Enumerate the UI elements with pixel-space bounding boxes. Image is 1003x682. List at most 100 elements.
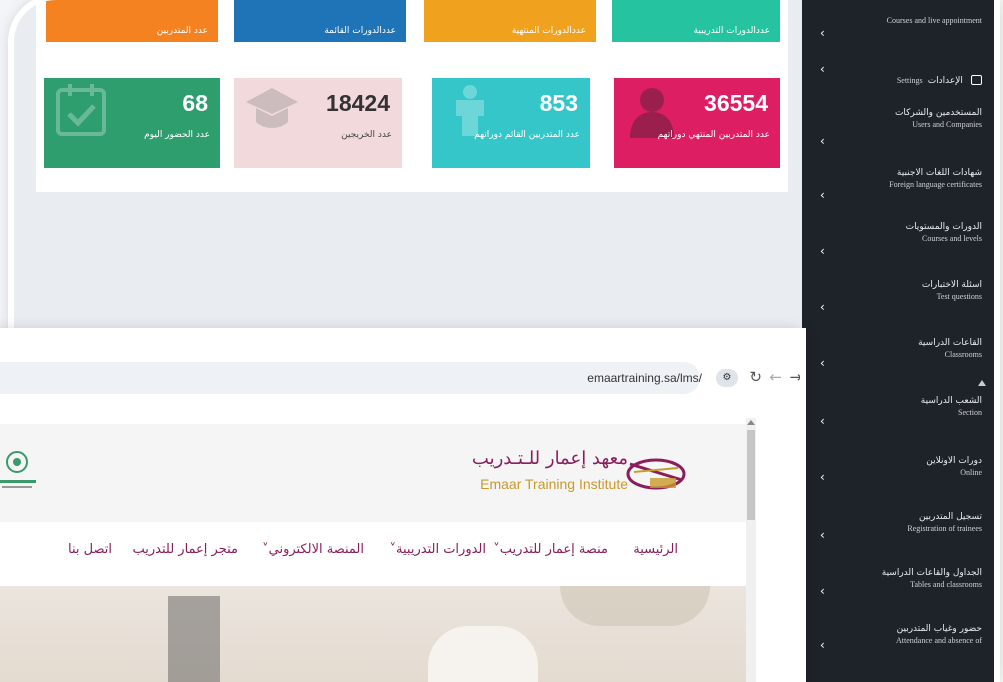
- sidebar-item-label-en: Section: [958, 408, 982, 417]
- chevron-left-icon[interactable]: ‹: [820, 26, 825, 40]
- sidebar-item-label-ar: تسجيل المتدربين: [918, 512, 982, 522]
- nav-store[interactable]: متجر إعمار للتدريب: [132, 542, 238, 557]
- scrollbar-thumb[interactable]: [747, 430, 755, 520]
- sidebar-item-classrooms[interactable]: القاعات الدراسية Classrooms: [814, 338, 982, 359]
- stat-label: عددالدورات التدريبية: [693, 26, 770, 36]
- sidebar-item-attendance[interactable]: حضور وغياب المتدربين Attendance and abse…: [814, 624, 982, 645]
- chevron-left-icon[interactable]: ‹: [820, 414, 825, 428]
- chevron-left-icon[interactable]: ‹: [820, 470, 825, 484]
- hero-decor: [168, 596, 220, 682]
- sidebar-item-registration[interactable]: تسجيل المتدربين Registration of trainees: [814, 512, 982, 533]
- sidebar-item-label-ar: الجداول والقاعات الدراسية: [881, 568, 982, 578]
- stat-label: عدد الحضور اليوم: [144, 130, 210, 140]
- stat-card-finished-trainees[interactable]: 36554 عدد المتدربين المنتهي دوراتهم: [614, 78, 780, 168]
- stat-value: 68: [182, 90, 208, 116]
- scroll-up-icon[interactable]: [747, 420, 755, 425]
- logo-text-ar[interactable]: معهد إعمار للـتـدريب: [472, 448, 628, 469]
- sidebar-item-users[interactable]: المستخدمين والشركات Users and Companies: [814, 108, 982, 129]
- sidebar-item-label-ar: حضور وغياب المتدربين: [896, 624, 982, 634]
- sidebar-item-label-en: Classrooms: [944, 350, 982, 359]
- stats-panel: عدد المتدربين عددالدورات القائمة عددالدو…: [36, 0, 788, 192]
- nav-e-platform[interactable]: المنصة الالكتروني˅: [262, 542, 364, 557]
- url-text[interactable]: emaartraining.sa/lms/: [587, 371, 702, 385]
- stat-value: 36554: [704, 90, 768, 116]
- stat-card-graduates[interactable]: 18424 عدد الخريجين: [234, 78, 402, 168]
- stat-label: عدد الخريجين: [341, 130, 392, 140]
- nav-training-courses[interactable]: الدورات التدريبية˅: [390, 542, 486, 557]
- stat-label: عدد المتدربين: [156, 26, 208, 36]
- sidebar-item-test-questions[interactable]: اسئلة الاختبارات Test questions: [814, 280, 982, 301]
- stat-card-running-courses[interactable]: عددالدورات القائمة: [234, 0, 406, 42]
- sidebar-item-online[interactable]: دورات الاونلاين Online: [814, 456, 982, 477]
- stat-card-ended-courses[interactable]: عددالدورات المنتهية: [424, 0, 596, 42]
- sidebar-item-label-ar: القاعات الدراسية: [918, 338, 982, 348]
- nav-emaar-platform[interactable]: منصة إعمار للتدريب˅: [493, 542, 608, 557]
- stat-label: عددالدورات المنتهية: [511, 26, 586, 36]
- sidebar-item-label-en: Settings: [896, 76, 923, 85]
- sidebar-item-label-en: Online: [960, 468, 982, 477]
- graduation-cap-icon: [246, 88, 298, 128]
- tvtc-logo-icon: [0, 451, 36, 488]
- chevron-left-icon[interactable]: ‹: [820, 528, 825, 542]
- stat-label: عدد المتدربين المنتهي دوراتهم: [657, 130, 770, 140]
- sidebar-item-label-en: Registration of trainees: [907, 524, 982, 533]
- chevron-left-icon[interactable]: ‹: [820, 300, 825, 314]
- page-scrollbar[interactable]: [746, 418, 756, 682]
- sidebar-item-label-ar: دورات الاونلاين: [926, 456, 982, 466]
- reload-icon[interactable]: ↻: [749, 368, 762, 386]
- admin-sidebar: Courses and live appointment ‹ Settings …: [802, 0, 994, 682]
- chevron-left-icon[interactable]: ‹: [820, 638, 825, 652]
- sidebar-item-language-certs[interactable]: شهادات اللغات الاجنبية Foreign language …: [814, 168, 982, 189]
- browser-window: emaartraining.sa/lms/ ⚙ ↻ ← → معهد إعمار…: [0, 334, 800, 682]
- chevron-left-icon[interactable]: ‹: [820, 244, 825, 258]
- sidebar-item-label-ar: المستخدمين والشركات: [894, 108, 982, 118]
- calendar-check-icon: [56, 84, 106, 136]
- sidebar-item-section[interactable]: الشعب الدراسية Section: [814, 396, 982, 417]
- stat-card-trainees[interactable]: عدد المتدربين: [46, 0, 218, 42]
- stat-card-training-courses[interactable]: عددالدورات التدريبية: [612, 0, 780, 42]
- sidebar-item-settings[interactable]: Settings الإعدادات: [814, 68, 982, 87]
- stat-value: 853: [539, 90, 578, 116]
- stat-card-active-trainees[interactable]: 853 عدد المتدربين القائم دوراتهم: [432, 78, 590, 168]
- logo-text-en[interactable]: Emaar Training Institute: [480, 476, 628, 492]
- stat-value: 18424: [326, 90, 390, 116]
- chevron-left-icon[interactable]: ‹: [820, 584, 825, 598]
- sidebar-item-label-ar: الإعدادات: [927, 76, 963, 86]
- sidebar-item-label-ar: الشعب الدراسية: [920, 396, 982, 406]
- sidebar-item-label-ar: اسئلة الاختبارات: [921, 280, 982, 290]
- users-icon: [971, 75, 982, 85]
- sidebar-item-label-en: Foreign language certificates: [889, 180, 982, 189]
- sidebar-item-label-en: Users and Companies: [912, 120, 982, 129]
- chevron-left-icon[interactable]: ‹: [820, 62, 825, 76]
- hero-image: [0, 586, 748, 682]
- sidebar-item-label-en: Attendance and absence of: [896, 636, 982, 645]
- stat-label: عددالدورات القائمة: [324, 26, 396, 36]
- back-arrow-icon[interactable]: ←: [769, 368, 782, 386]
- website-page: معهد إعمار للـتـدريب Emaar Training Inst…: [0, 396, 770, 682]
- scroll-up-arrow-icon[interactable]: [978, 380, 986, 386]
- main-navigation: الرئيسية منصة إعمار للتدريب˅ الدورات الت…: [0, 522, 748, 586]
- screenshot-composite: عدد المتدربين عددالدورات القائمة عددالدو…: [0, 0, 1003, 682]
- sidebar-item-label-en: Tables and classrooms: [910, 580, 982, 589]
- sidebar-item-label-en: Courses and levels: [922, 234, 982, 243]
- chevron-left-icon[interactable]: ‹: [820, 356, 825, 370]
- chevron-left-icon[interactable]: ‹: [820, 188, 825, 202]
- sidebar-item-label-en: Courses and live appointment: [886, 16, 982, 25]
- forward-arrow-icon[interactable]: →: [789, 368, 800, 386]
- sidebar-item-label-ar: الدورات والمستويات: [905, 222, 982, 232]
- sidebar-item-courses-live[interactable]: Courses and live appointment: [814, 14, 982, 25]
- sidebar-item-courses-levels[interactable]: الدورات والمستويات Courses and levels: [814, 222, 982, 243]
- stat-label: عدد المتدربين القائم دوراتهم: [474, 130, 580, 140]
- nav-home[interactable]: الرئيسية: [633, 542, 678, 557]
- sidebar-item-label-ar: شهادات اللغات الاجنبية: [896, 168, 982, 178]
- hero-decor: [560, 586, 710, 626]
- nav-contact[interactable]: اتصل بنا: [68, 542, 112, 557]
- emaar-logo-icon[interactable]: [624, 450, 688, 494]
- sidebar-item-tables[interactable]: الجداول والقاعات الدراسية Tables and cla…: [814, 568, 982, 589]
- sidebar-item-label-en: Test questions: [936, 292, 982, 301]
- site-settings-icon[interactable]: ⚙: [716, 369, 738, 387]
- site-header: معهد إعمار للـتـدريب Emaar Training Inst…: [0, 424, 748, 522]
- stat-card-attendance-today[interactable]: 68 عدد الحضور اليوم: [44, 78, 220, 168]
- hero-decor: [428, 626, 538, 682]
- chevron-left-icon[interactable]: ‹: [820, 134, 825, 148]
